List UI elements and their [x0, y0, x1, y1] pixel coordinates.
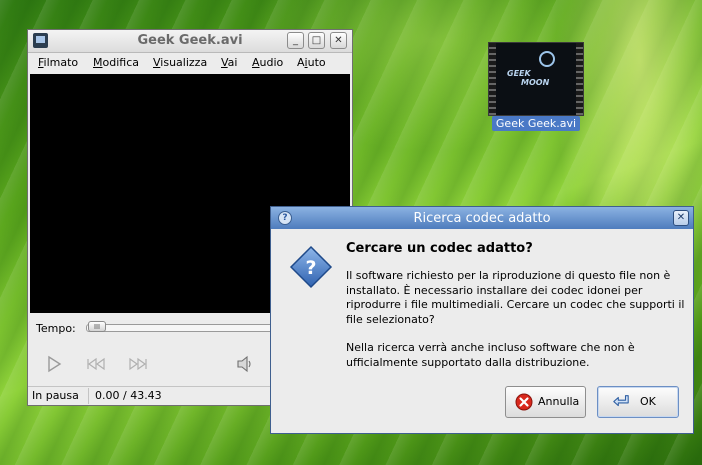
dialog-message: Il software richiesto per la riproduzion…	[346, 269, 686, 384]
film-strip-right	[576, 43, 583, 115]
cancel-icon	[515, 393, 533, 411]
previous-icon[interactable]	[85, 353, 107, 375]
playback-time: 0.00 / 43.43	[95, 389, 162, 402]
seek-handle[interactable]	[88, 321, 106, 332]
menu-audio[interactable]: Audio	[252, 56, 283, 69]
dialog-titlebar[interactable]: ? Ricerca codec adatto ✕	[271, 207, 693, 229]
play-icon[interactable]	[43, 353, 65, 375]
maximize-button[interactable]: □	[308, 32, 325, 49]
playback-status: In pausa	[32, 389, 79, 402]
menubar: Filmato Modifica Visualizza Vai Audio Ai…	[28, 53, 352, 73]
video-thumbnail: GEEK MOON	[488, 42, 584, 116]
seek-label: Tempo:	[36, 322, 76, 335]
cancel-button[interactable]: Annulla	[505, 386, 586, 418]
dialog-heading: Cercare un codec adatto?	[346, 241, 533, 256]
enter-arrow-icon	[613, 395, 629, 407]
moon-graphic	[539, 51, 555, 67]
desktop-file-label[interactable]: Geek Geek.avi	[492, 116, 580, 131]
minimize-button[interactable]: _	[287, 32, 304, 49]
status-divider	[88, 388, 89, 404]
thumbnail-logo-text: GEEK MOON	[507, 69, 550, 87]
svg-text:?: ?	[305, 257, 316, 279]
next-icon[interactable]	[127, 353, 149, 375]
close-button[interactable]: ✕	[330, 32, 347, 49]
ok-button[interactable]: OK	[597, 386, 679, 418]
film-strip-left	[489, 43, 496, 115]
volume-icon[interactable]	[234, 353, 256, 375]
cancel-label: Annulla	[538, 395, 580, 408]
dialog-paragraph-1: Il software richiesto per la riproduzion…	[346, 269, 685, 326]
dialog-title: Ricerca codec adatto	[413, 211, 551, 226]
menu-aiuto[interactable]: Aiuto	[297, 56, 326, 69]
codec-search-dialog: ? Ricerca codec adatto ✕ ? Cercare un co…	[270, 206, 694, 434]
menu-modifica[interactable]: Modifica	[93, 56, 139, 69]
menu-vai[interactable]: Vai	[221, 56, 237, 69]
ok-label: OK	[640, 395, 656, 408]
dialog-paragraph-2: Nella ricerca verrà anche incluso softwa…	[346, 341, 635, 369]
player-titlebar[interactable]: Geek Geek.avi _ □ ✕	[28, 30, 352, 53]
menu-filmato[interactable]: Filmato	[38, 56, 78, 69]
dialog-close-button[interactable]: ✕	[673, 210, 689, 226]
menu-visualizza[interactable]: Visualizza	[153, 56, 207, 69]
question-icon: ?	[289, 245, 333, 289]
